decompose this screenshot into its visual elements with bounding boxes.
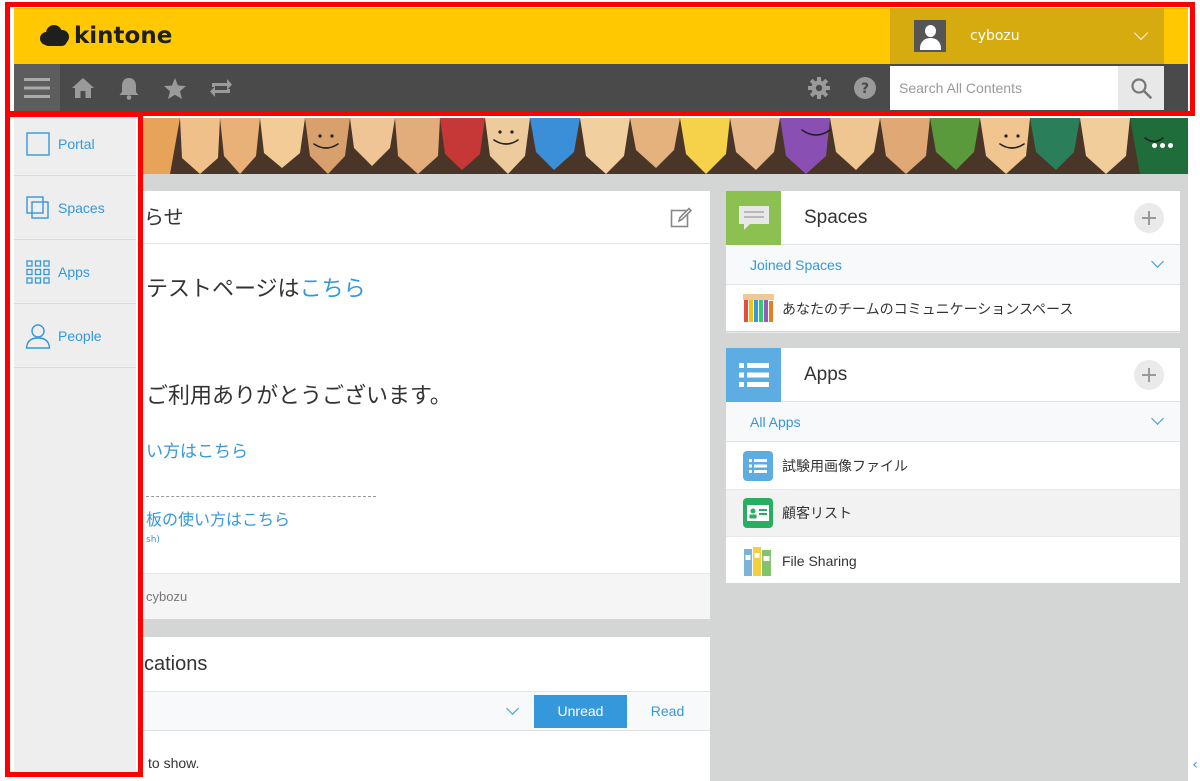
list-item[interactable]: File Sharing [726,537,1180,584]
announcement-line-1: テストページはこちら [146,277,366,302]
user-menu[interactable]: cybozu [890,8,1164,64]
pencils-space-icon [742,293,774,325]
apps-filter[interactable]: All Apps [726,402,1180,442]
search-input[interactable]: Search All Contents [890,66,1118,110]
search-button[interactable] [1118,66,1164,110]
list-item[interactable]: あなたのチームのコミュニケーションスペース [726,286,1180,333]
sidebar-item-spaces[interactable]: Spaces [14,176,136,240]
contact-card-icon [742,497,774,529]
spaces-filter[interactable]: Joined Spaces [726,245,1180,285]
apps-header: Apps [726,348,1180,402]
notifications-title: cations [144,653,208,675]
spaces-panel: Spaces Joined Spaces あなたのチームのコミュニケーションスペ… [726,191,1180,333]
apps-panel: Apps All Apps 試験用画像ファイル 顧客リスト File Shari… [726,348,1180,583]
gear-icon[interactable] [796,64,842,112]
person-icon [25,323,51,349]
portal-icon [25,131,51,157]
spaces-icon [25,195,51,221]
user-name: cybozu [970,28,1020,44]
spaces-title: Spaces [804,207,868,228]
list-app-icon [742,450,774,482]
help-icon[interactable]: ? [842,64,888,112]
unread-tab[interactable]: Unread [534,695,627,728]
sidebar-item-apps[interactable]: Apps [14,240,136,304]
divider [146,496,376,497]
apps-title: Apps [804,364,848,385]
apps-grid-icon [25,259,51,285]
announcement-title: らせ [140,191,710,244]
read-tab[interactable]: Read [630,695,705,728]
brand-name: kintone [74,23,173,49]
kintone-logo[interactable]: kintone [40,22,172,50]
chevron-down-icon [1151,412,1164,425]
binders-icon [742,545,774,577]
kintone-portal: kintone cybozu ? Search All Contents らせ … [0,0,1200,781]
avatar [914,20,946,52]
chevron-down-icon [1133,25,1149,41]
menu-icon[interactable] [14,64,60,112]
star-icon[interactable] [152,64,198,112]
announcement-author: cybozu [140,573,710,619]
bell-icon[interactable] [106,64,152,112]
top-header: kintone cybozu [14,8,1188,64]
list-icon [726,348,781,402]
usage-guide-link[interactable]: い方はこちら [146,437,248,462]
board-guide-note: sh) [146,535,160,545]
notifications-panel: cations Unread Read to show. [140,637,710,781]
add-app-button[interactable] [1134,360,1164,390]
sidebar-item-people[interactable]: People [14,304,136,368]
sidebar-item-portal[interactable]: Portal [14,112,136,176]
chevron-down-icon[interactable] [506,702,519,715]
notifications-filter-bar: Unread Read [140,691,710,731]
notifications-empty-text: to show. [148,755,200,771]
repeat-icon[interactable] [198,64,244,112]
announcement-line-2: ご利用ありがとうございます。 [146,384,452,409]
list-item[interactable]: 試験用画像ファイル [726,443,1180,490]
home-icon[interactable] [60,64,106,112]
search-icon [1131,78,1152,99]
global-navbar: ? Search All Contents [14,64,1188,112]
cloud-logo-icon [40,25,70,47]
speech-bubble-icon [726,191,781,245]
scroll-arrow-icon[interactable]: ‹ [1192,757,1198,773]
svg-text:?: ? [861,81,869,97]
board-guide-link[interactable]: 板の使い方はこちら [146,506,290,530]
left-navigation: Portal Spaces Apps People [14,112,136,776]
add-space-button[interactable] [1134,203,1164,233]
more-options-icon[interactable] [1152,138,1178,152]
spaces-header: Spaces [726,191,1180,245]
chevron-down-icon [1151,255,1164,268]
announcement-panel: らせ テストページはこちら ご利用ありがとうございます。 い方はこちら 板の使い… [140,191,710,619]
edit-icon[interactable] [670,207,693,233]
test-page-link[interactable]: こちら [300,277,366,302]
list-item[interactable]: 顧客リスト [726,490,1180,537]
portal-banner-image [140,118,1188,174]
